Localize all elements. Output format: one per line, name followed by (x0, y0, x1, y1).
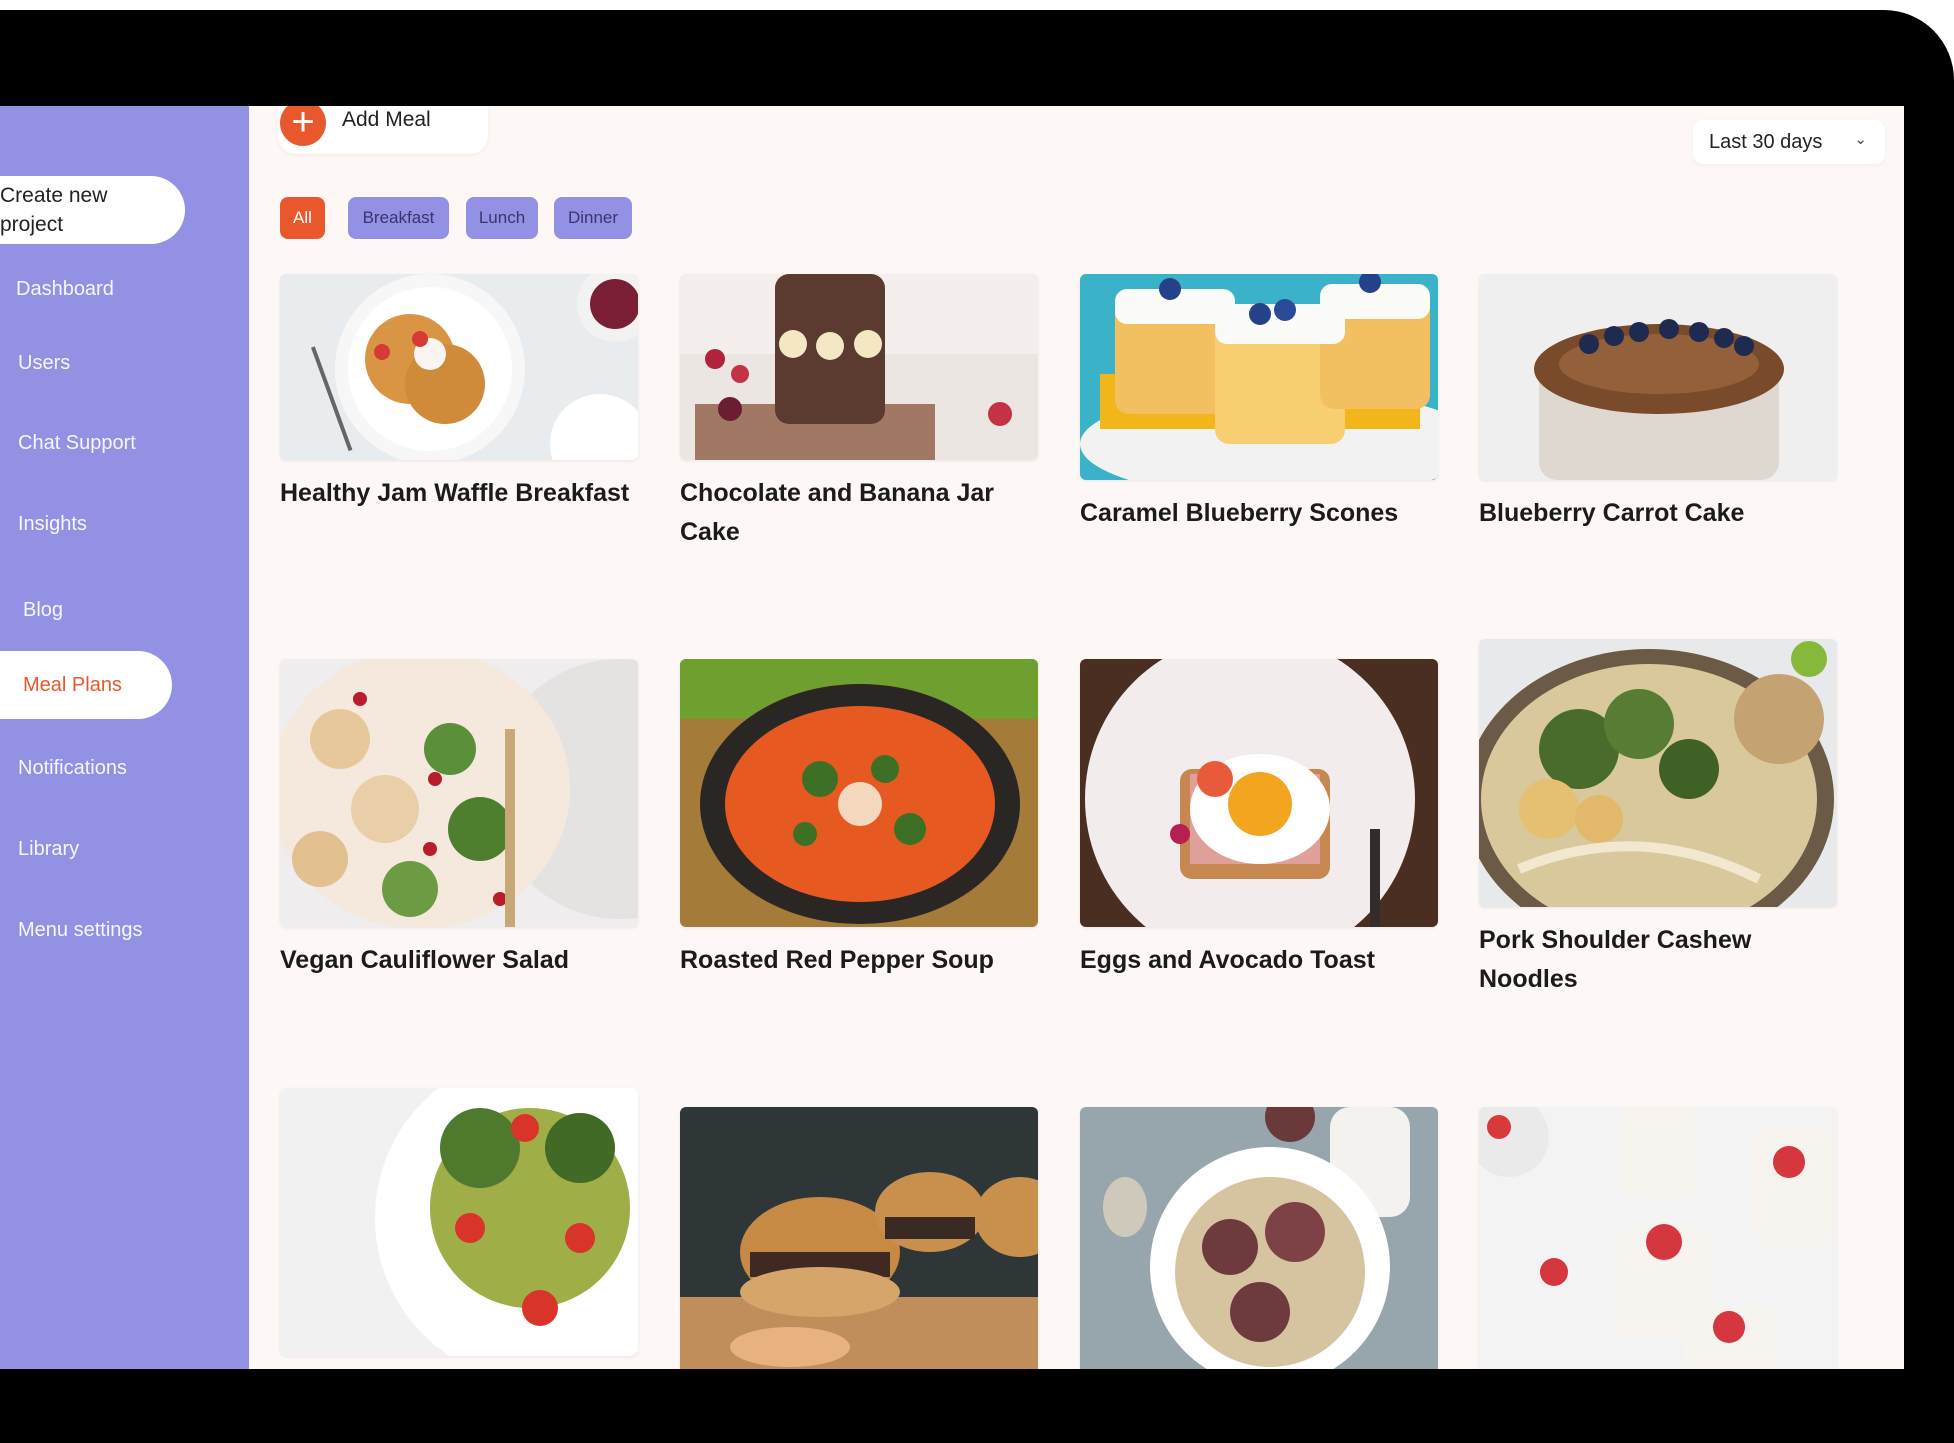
sidebar: Create new project Dashboard Users Chat … (0, 106, 249, 1369)
meal-image (680, 659, 1038, 927)
meal-card[interactable]: Pork Shoulder Cashew Noodles (1479, 639, 1837, 999)
sidebar-item-label: Meal Plans (23, 673, 122, 696)
device-frame: Create new project Dashboard Users Chat … (0, 10, 1954, 1443)
sidebar-item-menu-settings[interactable]: Menu settings (18, 919, 143, 942)
meal-image (1080, 1107, 1438, 1369)
add-meal-button[interactable]: + Add Meal (278, 106, 488, 154)
meal-title: Chocolate and Banana Jar Cake (680, 479, 994, 546)
meal-card[interactable]: Vegan Cauliflower Salad (280, 659, 638, 980)
meal-card[interactable] (680, 1107, 1038, 1369)
meal-card[interactable]: Roasted Red Pepper Soup (680, 659, 1038, 980)
date-range-value: Last 30 days (1709, 130, 1823, 153)
meal-card[interactable]: Chocolate and Banana Jar Cake (680, 274, 1038, 552)
sidebar-item-meal-plans[interactable]: Meal Plans (0, 651, 172, 719)
create-project-button[interactable]: Create new project (0, 176, 185, 244)
filter-all[interactable]: All (280, 197, 325, 239)
meal-card[interactable] (1080, 1107, 1438, 1369)
meal-image (1080, 274, 1438, 480)
meal-card[interactable]: Blueberry Carrot Cake (1479, 274, 1837, 533)
meal-title: Pork Shoulder Cashew Noodles (1479, 926, 1752, 993)
meal-image (280, 274, 638, 460)
meal-image (1080, 659, 1438, 927)
meal-image (1479, 274, 1837, 480)
meal-image (1479, 1107, 1837, 1369)
meal-card[interactable]: Eggs and Avocado Toast (1080, 659, 1438, 980)
chevron-down-icon: ⌄ (1854, 131, 1867, 148)
meal-title: Vegan Cauliflower Salad (280, 946, 569, 974)
meal-image (680, 274, 1038, 460)
meal-image (1479, 639, 1837, 907)
plus-icon: + (280, 106, 326, 146)
meal-card[interactable]: Caramel Blueberry Scones (1080, 274, 1438, 533)
meal-title: Blueberry Carrot Cake (1479, 499, 1745, 527)
sidebar-item-insights[interactable]: Insights (18, 513, 87, 536)
date-range-select[interactable]: Last 30 days ⌄ (1693, 120, 1885, 164)
meal-card[interactable] (1479, 1107, 1837, 1369)
sidebar-item-blog[interactable]: Blog (23, 599, 63, 622)
meal-image (680, 1107, 1038, 1369)
filter-breakfast[interactable]: Breakfast (348, 197, 449, 239)
sidebar-item-chat-support[interactable]: Chat Support (18, 432, 136, 455)
meal-title: Healthy Jam Waffle Breakfast (280, 479, 630, 507)
meal-image (280, 1088, 638, 1356)
app-screen: Create new project Dashboard Users Chat … (0, 106, 1904, 1369)
sidebar-item-dashboard[interactable]: Dashboard (16, 278, 114, 301)
create-project-label: Create new project (0, 184, 108, 236)
meal-image (280, 659, 638, 927)
filter-dinner[interactable]: Dinner (554, 197, 632, 239)
meal-title: Roasted Red Pepper Soup (680, 946, 994, 974)
meal-title: Caramel Blueberry Scones (1080, 499, 1399, 527)
sidebar-item-library[interactable]: Library (18, 838, 79, 861)
filter-lunch[interactable]: Lunch (466, 197, 538, 239)
meal-card[interactable] (280, 1088, 638, 1369)
meal-card[interactable]: Healthy Jam Waffle Breakfast (280, 274, 638, 513)
meal-title: Eggs and Avocado Toast (1080, 946, 1375, 974)
sidebar-item-notifications[interactable]: Notifications (18, 757, 127, 780)
add-meal-label: Add Meal (342, 108, 431, 131)
sidebar-item-users[interactable]: Users (18, 352, 70, 375)
